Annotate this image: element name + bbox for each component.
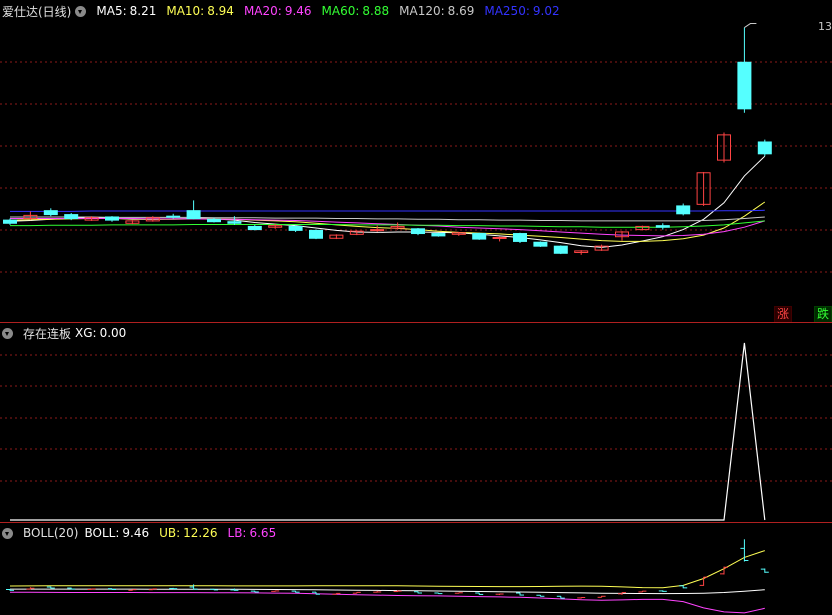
main-chart-svg[interactable]: [0, 0, 832, 322]
ma-indicator-label: MA5:: [96, 4, 127, 18]
main-panel-header: 爱仕达(日线) MA5: 8.21 MA10: 8.94 MA20: 9.46 MA60: 8…: [2, 1, 570, 21]
fall-button[interactable]: 跌: [814, 306, 832, 323]
boll-indicator-value: 9.46: [122, 526, 150, 540]
xg-label: XG:: [75, 326, 97, 340]
xg-value: 0.00: [99, 326, 127, 340]
ma-indicator-value: 9.02: [532, 4, 560, 18]
boll-indicator-label: BOLL:: [84, 526, 120, 540]
ma-indicator-1: MA10: 8.94: [166, 4, 234, 18]
ma-indicator-value: 8.21: [129, 4, 157, 18]
candle-body: [166, 215, 181, 218]
candle-body: [227, 221, 242, 224]
boll-indicator-value: 12.26: [183, 526, 218, 540]
ma-indicator-label: MA250:: [484, 4, 530, 18]
high-marker: [744, 23, 757, 28]
boll-indicator-value: 6.65: [249, 526, 277, 540]
candle-body: [737, 61, 752, 110]
boll-indicator-panel[interactable]: BOLL(20) BOLL: 9.46 UB: 12.26 LB: 6.65: [0, 523, 832, 615]
boll-indicator-list: BOLL: 9.46 UB: 12.26 LB: 6.65: [84, 526, 286, 540]
ma-indicator-value: 8.94: [207, 4, 234, 18]
ma-indicator-2: MA20: 9.46: [244, 4, 312, 18]
ma-indicator-3: MA60: 8.88: [322, 4, 390, 18]
ma-indicator-0: MA5: 8.21: [96, 4, 156, 18]
ma-indicator-label: MA10:: [166, 4, 205, 18]
candle-body: [472, 233, 487, 240]
high-price-label: 13: [818, 20, 832, 33]
chevron-down-icon[interactable]: [2, 327, 13, 339]
candle-body: [43, 210, 58, 216]
ma-indicator-label: MA60:: [321, 4, 360, 18]
candle-body: [757, 141, 772, 155]
boll-indicator-0: BOLL: 9.46: [84, 526, 149, 540]
ma-indicator-label: MA120:: [399, 4, 445, 18]
candle-body: [105, 216, 119, 221]
candle-body: [370, 229, 385, 232]
candle-body: [247, 225, 262, 231]
xg-panel-title: 存在连板: [23, 326, 72, 341]
candle-body: [3, 219, 17, 224]
limit-up-indicator-panel[interactable]: 存在连板 XG: 0.00: [0, 323, 832, 522]
candle-body: [207, 218, 221, 223]
lb-line: [9, 591, 765, 614]
boll-panel-title: BOLL(20): [23, 526, 79, 540]
ma-indicator-list: MA5: 8.21 MA10: 8.94 MA20: 9.46 MA60: 8.88 MA120…: [96, 4, 569, 18]
candle-body: [309, 229, 323, 239]
candle-body: [513, 233, 527, 242]
candle-body: [431, 233, 446, 237]
ma-indicator-5: MA250: 9.02: [484, 4, 559, 18]
ma-indicator-value: 9.46: [284, 4, 312, 18]
boll-indicator-1: UB: 12.26: [159, 526, 217, 540]
boll-indicator-2: LB: 6.65: [228, 526, 277, 540]
ma5-line: [9, 155, 766, 248]
xg-panel-header: 存在连板 XG: 0.00: [2, 323, 136, 343]
ma-indicator-label: MA20:: [243, 4, 282, 18]
candle-body: [655, 225, 670, 228]
ub-line: [9, 550, 765, 589]
boll-indicator-label: UB:: [159, 526, 181, 540]
chevron-down-icon[interactable]: [2, 527, 13, 539]
candle-body: [676, 205, 691, 215]
rise-button[interactable]: 涨: [774, 306, 793, 323]
xg-chart-svg[interactable]: [0, 323, 832, 522]
main-kline-panel[interactable]: 爱仕达(日线) MA5: 8.21 MA10: 8.94 MA20: 9.46 MA60: 8…: [0, 0, 832, 323]
candle-body: [288, 225, 303, 231]
boll-panel-header: BOLL(20) BOLL: 9.46 UB: 12.26 LB: 6.65: [2, 523, 286, 543]
candle-body: [533, 241, 548, 247]
candle-body: [411, 228, 425, 235]
ma250-line: [10, 209, 765, 212]
ma-indicator-4: MA120: 8.69: [399, 4, 474, 18]
candle-body: [64, 214, 79, 220]
ma-indicator-value: 8.69: [447, 4, 475, 18]
boll-indicator-label: LB:: [227, 526, 247, 540]
stock-name: 爱仕达(日线): [2, 4, 72, 19]
ma-indicator-value: 8.88: [362, 4, 390, 18]
chevron-down-icon[interactable]: [75, 5, 87, 17]
xg-line: [10, 342, 766, 521]
candle-body: [553, 245, 568, 254]
candle-body: [186, 210, 201, 220]
candle-body: [492, 236, 507, 239]
